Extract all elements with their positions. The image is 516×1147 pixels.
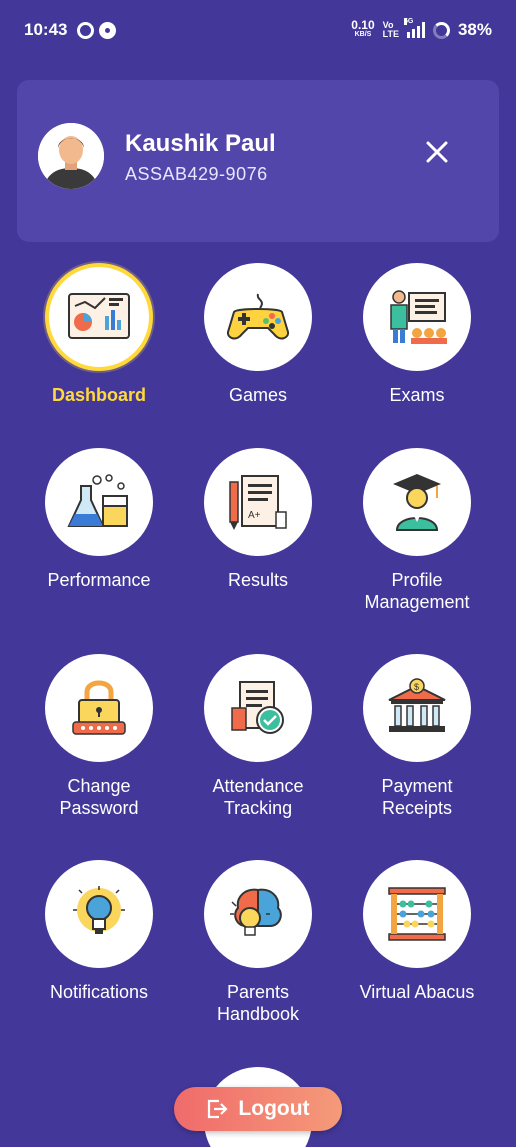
signal-icon: 5G — [403, 18, 425, 38]
brain-icon — [204, 860, 312, 968]
exams-icon — [363, 263, 471, 371]
network-speed: 0.10 KB/S — [351, 18, 375, 38]
bank-icon: $ — [363, 654, 471, 762]
avatar — [38, 123, 104, 189]
abacus-icon — [363, 860, 471, 968]
menu-label: Exams — [389, 385, 445, 405]
profile-id: ASSAB429-9076 — [125, 164, 268, 184]
close-icon[interactable] — [421, 136, 453, 168]
menu-label: Dashboard — [51, 385, 147, 405]
status-bar: 10:43 0.10 KB/S Vo LTE 5G 38% — [0, 0, 516, 60]
results-icon: A+ — [204, 448, 312, 556]
menu-dashboard[interactable]: Dashboard — [19, 263, 179, 406]
menu-performance[interactable]: Performance — [19, 448, 179, 591]
lab-flask-icon — [45, 448, 153, 556]
menu-label: Profile Management — [364, 570, 470, 612]
menu-label: Notifications — [49, 982, 149, 1002]
profile-name: Kaushik Paul — [125, 130, 276, 157]
menu-virtual-abacus[interactable]: Virtual Abacus — [337, 860, 497, 1003]
dashboard-icon — [45, 263, 153, 371]
menu-profile-management[interactable]: Profile Management — [337, 448, 497, 613]
lock-icon — [45, 654, 153, 762]
notification-app-icon — [99, 21, 117, 39]
menu-exams[interactable]: Exams — [337, 263, 497, 406]
menu-change-password[interactable]: Change Password — [19, 654, 179, 819]
gamepad-icon — [204, 263, 312, 371]
menu-label: Payment Receipts — [381, 776, 453, 818]
menu-results[interactable]: A+ Results — [178, 448, 338, 591]
logout-button[interactable]: Logout — [174, 1087, 342, 1131]
notification-circle-icon — [77, 21, 95, 39]
menu-label: Attendance Tracking — [212, 776, 304, 818]
menu-notifications[interactable]: Notifications — [19, 860, 179, 1003]
volte-indicator: Vo LTE — [382, 20, 399, 39]
menu-parents-handbook[interactable]: Parents Handbook — [178, 860, 338, 1025]
menu-label: Change Password — [59, 776, 139, 818]
menu-label: Parents Handbook — [216, 982, 300, 1024]
attendance-icon — [204, 654, 312, 762]
menu-label: Performance — [47, 570, 151, 590]
menu-attendance-tracking[interactable]: Attendance Tracking — [178, 654, 338, 819]
graduate-icon — [363, 448, 471, 556]
svg-text:$: $ — [414, 682, 419, 692]
menu-label: Games — [228, 385, 288, 405]
logout-icon — [208, 1099, 228, 1119]
menu-payment-receipts[interactable]: $ Payment Receipts — [337, 654, 497, 819]
status-time: 10:43 — [24, 20, 68, 39]
menu-games[interactable]: Games — [178, 263, 338, 406]
lightbulb-icon — [45, 860, 153, 968]
menu-label: Virtual Abacus — [359, 982, 475, 1002]
logout-label: Logout — [238, 1097, 310, 1120]
battery-icon — [432, 21, 450, 39]
profile-card: Kaushik Paul ASSAB429-9076 — [17, 80, 499, 242]
menu-label: Results — [227, 570, 289, 590]
battery-percent: 38% — [457, 20, 492, 39]
svg-text:A+: A+ — [248, 510, 261, 521]
